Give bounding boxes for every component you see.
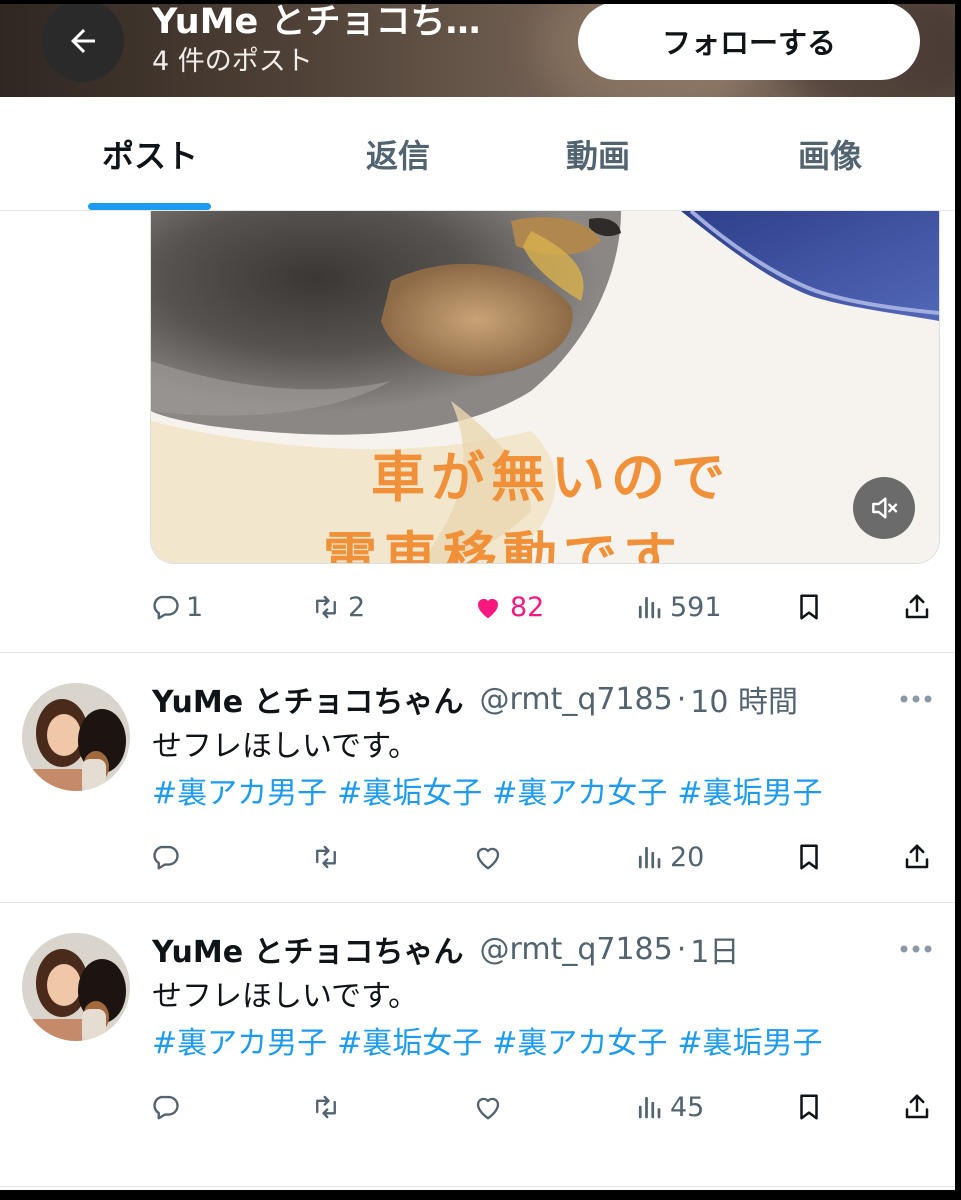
avatar-photo <box>22 683 130 791</box>
reply-icon <box>153 845 179 870</box>
avatar[interactable] <box>22 683 130 791</box>
hashtag-link[interactable]: #裏垢女子 <box>337 776 482 811</box>
repost-button[interactable] <box>310 835 342 879</box>
bookmark-icon <box>800 594 818 620</box>
share-button[interactable] <box>902 835 932 879</box>
hashtag-link[interactable]: #裏アカ男子 <box>152 776 327 811</box>
hashtag-link[interactable]: #裏垢男子 <box>677 776 822 811</box>
arrow-left-icon <box>71 29 95 53</box>
post-actions: 20 <box>150 835 940 879</box>
post-actions: 1 2 82 591 <box>150 585 940 629</box>
reply-count: 1 <box>186 591 204 623</box>
profile-header: YuMe とチョコち… 4 件のポスト フォローする <box>0 0 961 97</box>
views-button[interactable]: 45 <box>634 1085 704 1129</box>
hashtag-link[interactable]: #裏垢男子 <box>677 1026 822 1061</box>
post-item[interactable]: YuMe とチョコちゃん @rmt_q7185 · 1日 せフレほしいです。 #… <box>0 903 961 1153</box>
post-item[interactable]: YuMe とチョコちゃん @rmt_q7185 · 10 時間 せフレほしいです… <box>0 653 961 903</box>
frame-top-edge <box>0 0 961 4</box>
repost-icon <box>316 595 336 619</box>
author-name[interactable]: YuMe とチョコちゃん <box>152 927 464 971</box>
video-frame-image <box>151 211 939 563</box>
post-timestamp[interactable]: 10 時間 <box>690 677 798 721</box>
post-video[interactable]: 車が無いので 電車移動です <box>150 211 940 564</box>
avatar-photo <box>22 933 130 1041</box>
bookmark-button[interactable] <box>794 1085 824 1129</box>
hashtag-link[interactable]: #裏アカ女子 <box>492 776 667 811</box>
tab-images[interactable]: 画像 <box>728 97 932 210</box>
post-header: YuMe とチョコちゃん @rmt_q7185 · 1日 <box>152 927 739 971</box>
video-caption-line2: 電車移動です <box>323 526 683 564</box>
view-count: 20 <box>670 841 705 873</box>
share-button[interactable] <box>902 585 932 629</box>
tab-posts[interactable]: ポスト <box>48 97 252 210</box>
repost-button[interactable]: 2 <box>310 585 365 629</box>
profile-display-name: YuMe とチョコち… <box>152 2 481 42</box>
bar-chart-icon <box>638 1096 661 1119</box>
author-handle[interactable]: @rmt_q7185 <box>480 682 673 717</box>
post-divider <box>0 1186 961 1187</box>
speaker-muted-icon <box>872 497 898 519</box>
reply-icon <box>153 1095 179 1120</box>
repost-icon <box>316 845 336 869</box>
hashtag-link[interactable]: #裏垢女子 <box>337 1026 482 1061</box>
repost-button[interactable] <box>310 1085 342 1129</box>
views-button[interactable]: 20 <box>634 835 704 879</box>
post-text: せフレほしいです。 <box>152 979 419 1014</box>
heart-icon <box>476 1097 500 1120</box>
tab-replies[interactable]: 返信 <box>296 97 500 210</box>
reply-button[interactable] <box>150 835 180 879</box>
repost-icon <box>316 1095 336 1119</box>
dot-separator: · <box>676 681 687 717</box>
share-icon <box>905 1094 929 1119</box>
like-count: 82 <box>510 591 545 623</box>
avatar[interactable] <box>22 933 130 1041</box>
post-text: せフレほしいです。 <box>152 729 419 764</box>
hashtag-link[interactable]: #裏アカ女子 <box>492 1026 667 1061</box>
profile-tabs: ポスト 返信 動画 画像 <box>0 97 961 211</box>
bar-chart-icon <box>638 846 661 869</box>
bookmark-button[interactable] <box>794 585 824 629</box>
view-count: 45 <box>670 1091 705 1123</box>
heart-icon <box>476 847 500 870</box>
post-hashtags: #裏アカ男子 #裏垢女子 #裏アカ女子 #裏垢男子 <box>152 771 833 817</box>
view-count: 591 <box>670 591 722 623</box>
like-button[interactable] <box>472 1085 504 1129</box>
tab-videos[interactable]: 動画 <box>496 97 700 210</box>
mute-button[interactable] <box>853 477 915 539</box>
more-options-icon[interactable] <box>896 939 936 959</box>
like-button[interactable]: 82 <box>472 585 544 629</box>
post-header: YuMe とチョコちゃん @rmt_q7185 · 10 時間 <box>152 677 798 721</box>
like-button[interactable] <box>472 835 504 879</box>
frame-bottom-edge <box>0 1190 961 1200</box>
bookmark-button[interactable] <box>794 835 824 879</box>
dot-separator: · <box>676 931 687 967</box>
post-hashtags: #裏アカ男子 #裏垢女子 #裏アカ女子 #裏垢男子 <box>152 1021 833 1067</box>
bar-chart-icon <box>638 596 661 619</box>
share-icon <box>905 594 929 619</box>
post-count: 4 件のポスト <box>152 46 313 77</box>
back-button[interactable] <box>42 0 124 82</box>
hashtag-link[interactable]: #裏アカ男子 <box>152 1026 327 1061</box>
follow-button[interactable]: フォローする <box>578 2 920 80</box>
reply-button[interactable]: 1 <box>150 585 203 629</box>
share-button[interactable] <box>902 1085 932 1129</box>
post-actions: 45 <box>150 1085 940 1129</box>
views-button[interactable]: 591 <box>634 585 722 629</box>
author-handle[interactable]: @rmt_q7185 <box>480 932 673 967</box>
bookmark-icon <box>800 1094 818 1120</box>
video-caption-line1: 車が無いので <box>371 446 731 509</box>
repost-count: 2 <box>348 591 366 623</box>
share-icon <box>905 844 929 869</box>
reply-icon <box>153 595 179 620</box>
active-tab-indicator <box>88 203 211 210</box>
heart-filled-icon <box>478 598 498 619</box>
more-options-icon[interactable] <box>896 689 936 709</box>
reply-button[interactable] <box>150 1085 180 1129</box>
author-name[interactable]: YuMe とチョコちゃん <box>152 677 464 721</box>
bookmark-icon <box>800 844 818 870</box>
frame-right-edge <box>955 0 961 1200</box>
post-timestamp[interactable]: 1日 <box>690 927 739 971</box>
